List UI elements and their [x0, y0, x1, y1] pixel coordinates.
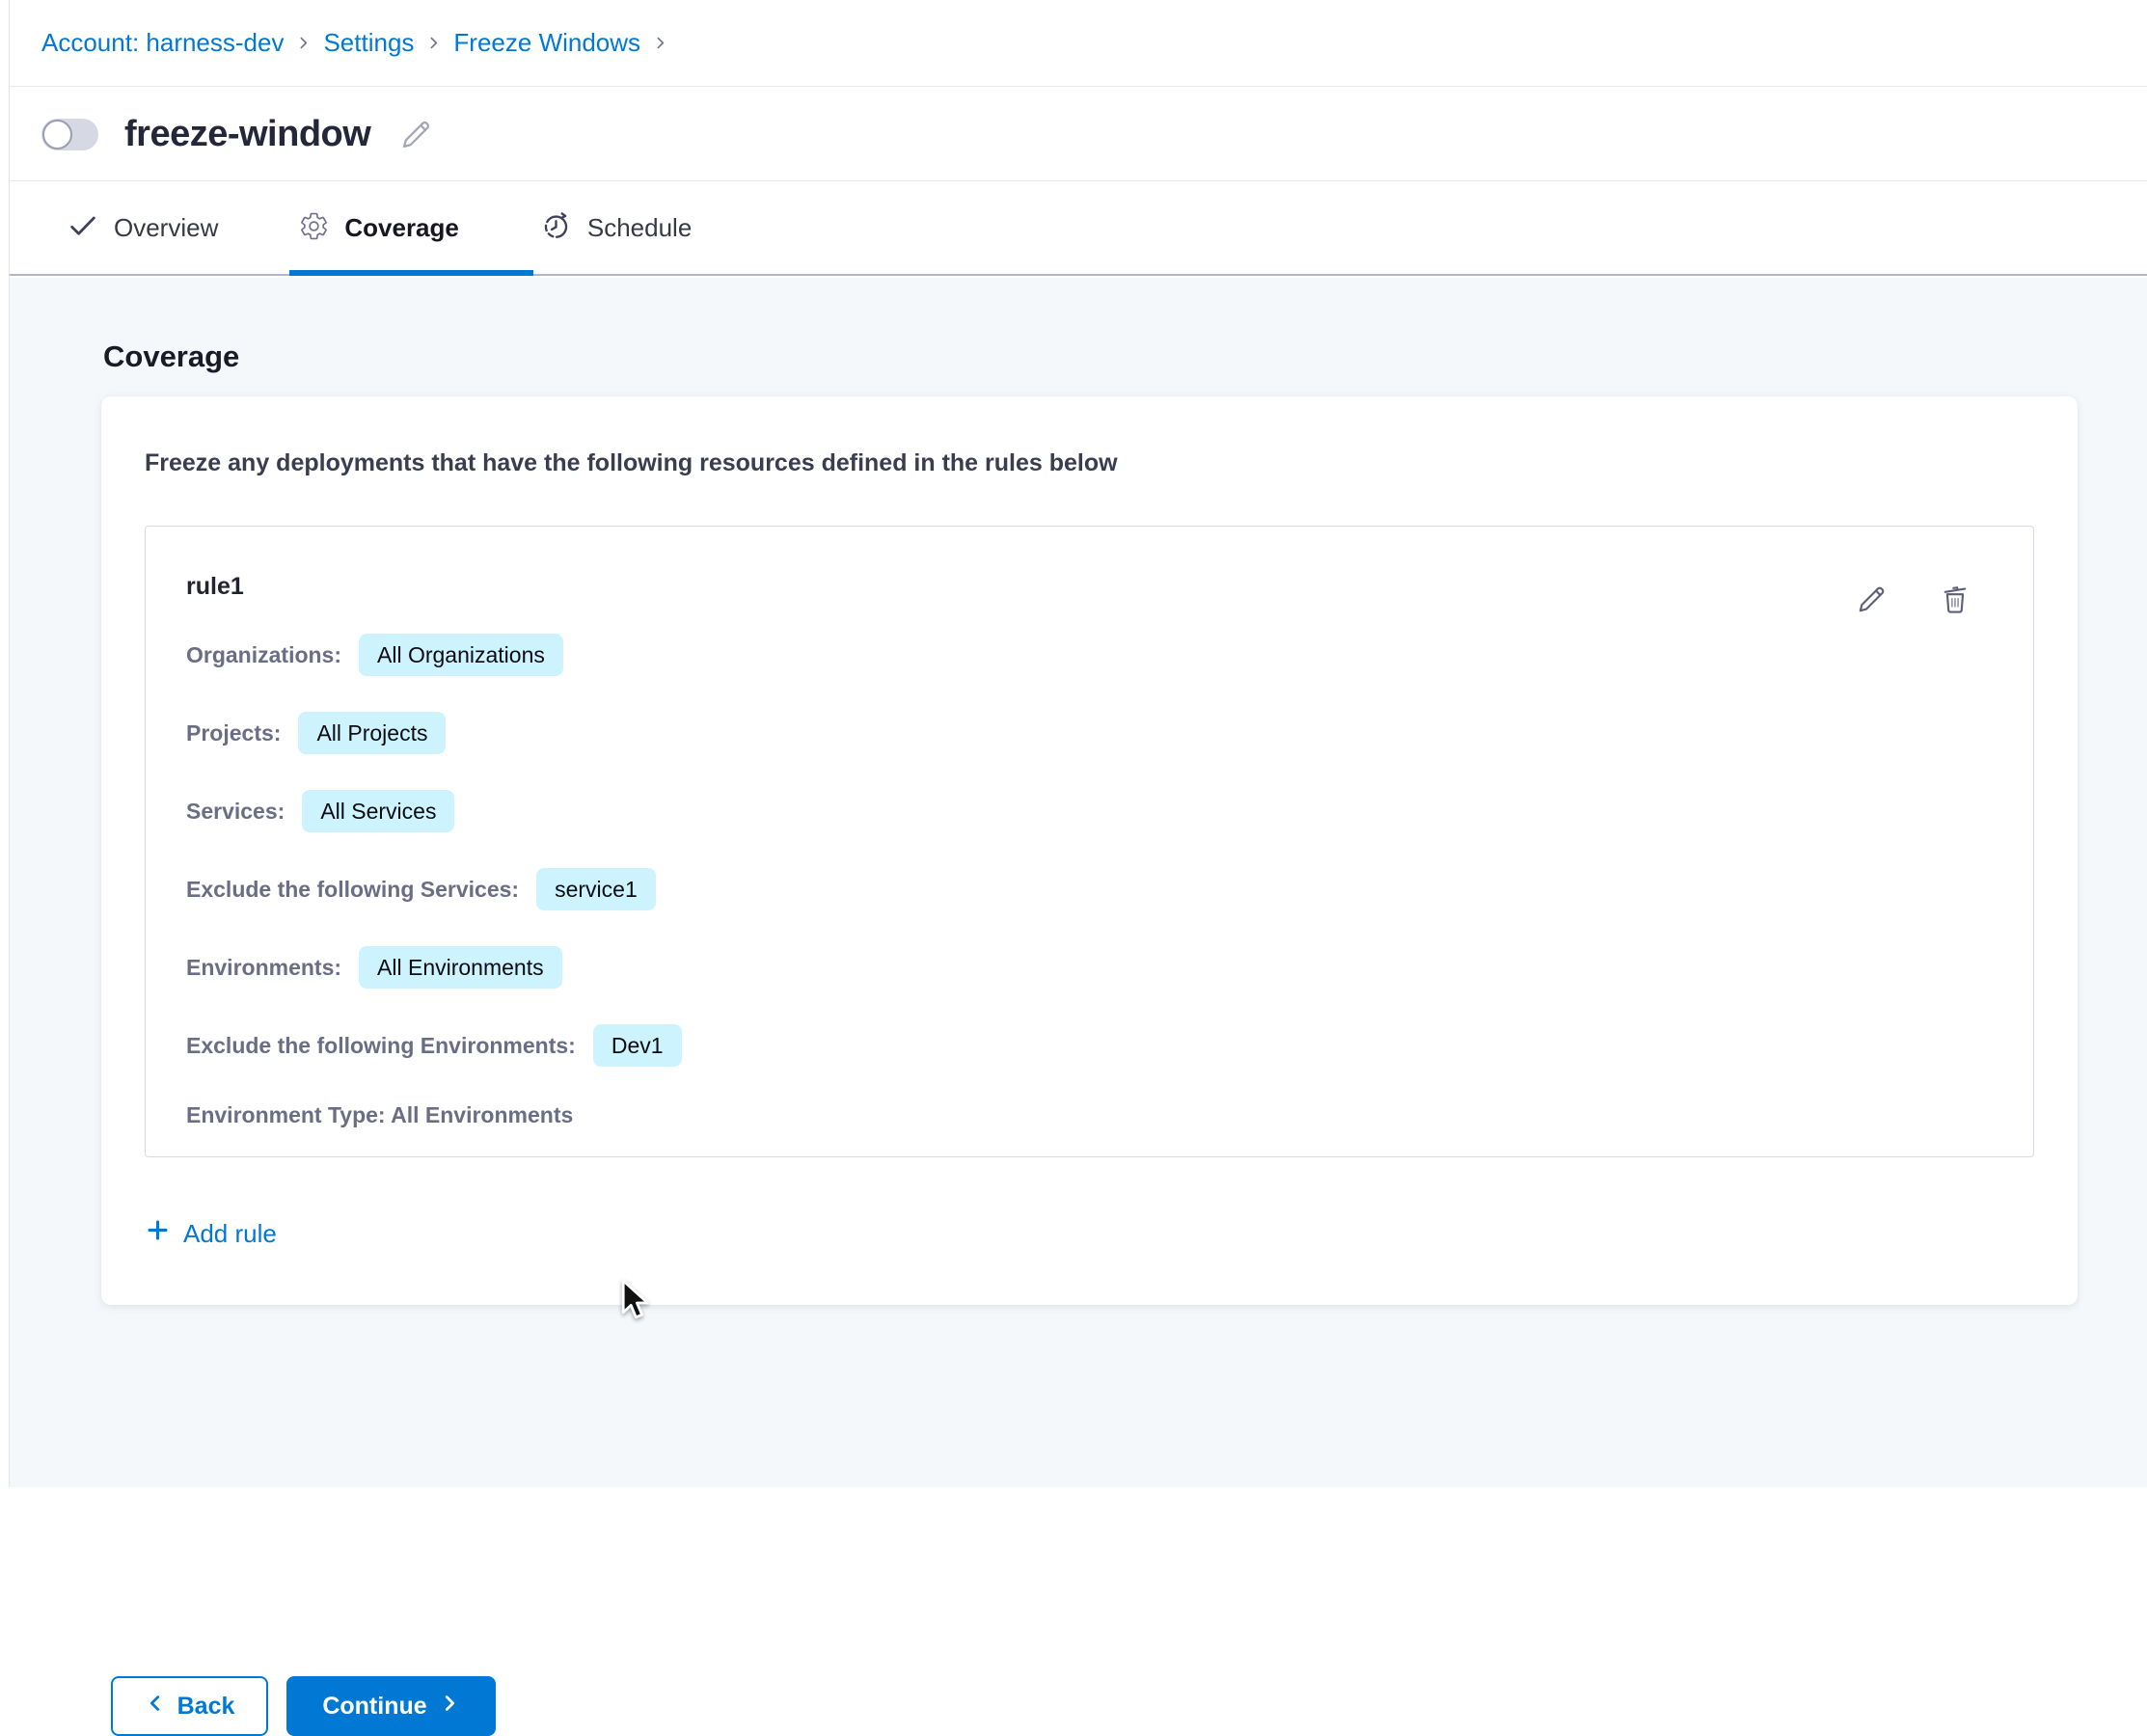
- rule-actions: [1856, 583, 1971, 615]
- rule-value-tag: All Environments: [359, 946, 562, 989]
- breadcrumb-settings-link[interactable]: Settings: [323, 28, 414, 58]
- chevron-right-icon: [425, 35, 442, 51]
- rule-row-services: Services: All Services: [186, 790, 1993, 832]
- rule-row-label: Environments:: [186, 955, 341, 981]
- chevron-right-icon: [439, 1693, 460, 1721]
- footer-actions: Back Continue: [111, 1676, 496, 1736]
- left-edge-divider: [9, 0, 10, 1487]
- rule-row-label: Organizations:: [186, 642, 341, 668]
- delete-rule-trash-icon[interactable]: [1939, 583, 1971, 615]
- add-rule-button[interactable]: Add rule: [145, 1217, 277, 1250]
- rule-value-tag: All Services: [302, 790, 454, 832]
- main-content: Coverage Freeze any deployments that hav…: [10, 278, 2147, 1487]
- breadcrumb-account-link[interactable]: Account: harness-dev: [41, 28, 284, 58]
- rule-name: rule1: [186, 573, 1993, 601]
- rule-row-label: Projects:: [186, 720, 281, 746]
- chevron-left-icon: [145, 1693, 166, 1721]
- rule-row-exclude-services: Exclude the following Services: service1: [186, 868, 1993, 910]
- tab-coverage-label: Coverage: [344, 213, 459, 243]
- rule-row-organizations: Organizations: All Organizations: [186, 634, 1993, 676]
- toggle-knob: [42, 120, 72, 149]
- card-description: Freeze any deployments that have the fol…: [145, 449, 2034, 477]
- tab-bar: Overview Coverage Schedule: [10, 182, 2147, 276]
- chevron-right-icon: [295, 35, 312, 51]
- back-button[interactable]: Back: [111, 1676, 268, 1736]
- edit-rule-pencil-icon[interactable]: [1856, 583, 1889, 615]
- breadcrumb-freeze-windows-link[interactable]: Freeze Windows: [453, 28, 640, 58]
- rule-card: rule1 Organizations: All Organizations P…: [145, 526, 2034, 1157]
- rule-value-tag: All Organizations: [359, 634, 563, 676]
- rule-row-label: Services:: [186, 799, 285, 825]
- gear-icon: [299, 211, 329, 246]
- check-icon: [68, 210, 98, 246]
- page-title: freeze-window: [124, 114, 370, 155]
- coverage-card: Freeze any deployments that have the fol…: [101, 396, 2078, 1305]
- rule-value-tag: All Projects: [298, 712, 446, 754]
- add-rule-label: Add rule: [183, 1219, 277, 1249]
- tab-coverage[interactable]: Coverage: [299, 211, 459, 246]
- rule-row-label: Exclude the following Environments:: [186, 1033, 576, 1059]
- chevron-right-icon: [652, 35, 668, 51]
- section-title: Coverage: [103, 339, 239, 374]
- breadcrumb: Account: harness-dev Settings Freeze Win…: [10, 0, 2147, 87]
- rule-row-projects: Projects: All Projects: [186, 712, 1993, 754]
- rule-row-label: Exclude the following Services:: [186, 877, 519, 903]
- tab-schedule-label: Schedule: [587, 213, 692, 243]
- rule-value-tag: Dev1: [593, 1024, 682, 1067]
- back-button-label: Back: [177, 1693, 235, 1721]
- tab-overview[interactable]: Overview: [68, 210, 218, 246]
- tab-schedule[interactable]: Schedule: [540, 210, 692, 247]
- rule-row-exclude-environments: Exclude the following Environments: Dev1: [186, 1024, 1993, 1067]
- freeze-enabled-toggle[interactable]: [41, 119, 98, 150]
- active-tab-underline: [289, 270, 533, 276]
- continue-button-label: Continue: [322, 1693, 426, 1721]
- clock-history-icon: [540, 210, 572, 247]
- rule-row-environments: Environments: All Environments: [186, 946, 1993, 989]
- page-header: freeze-window VISUAL YAML: [10, 88, 2147, 181]
- tab-overview-label: Overview: [114, 213, 218, 243]
- environment-type-line: Environment Type: All Environments: [186, 1102, 1993, 1131]
- rule-value-tag: service1: [536, 868, 656, 910]
- edit-title-pencil-icon[interactable]: [399, 117, 434, 151]
- plus-icon: [145, 1217, 171, 1250]
- continue-button[interactable]: Continue: [286, 1676, 496, 1736]
